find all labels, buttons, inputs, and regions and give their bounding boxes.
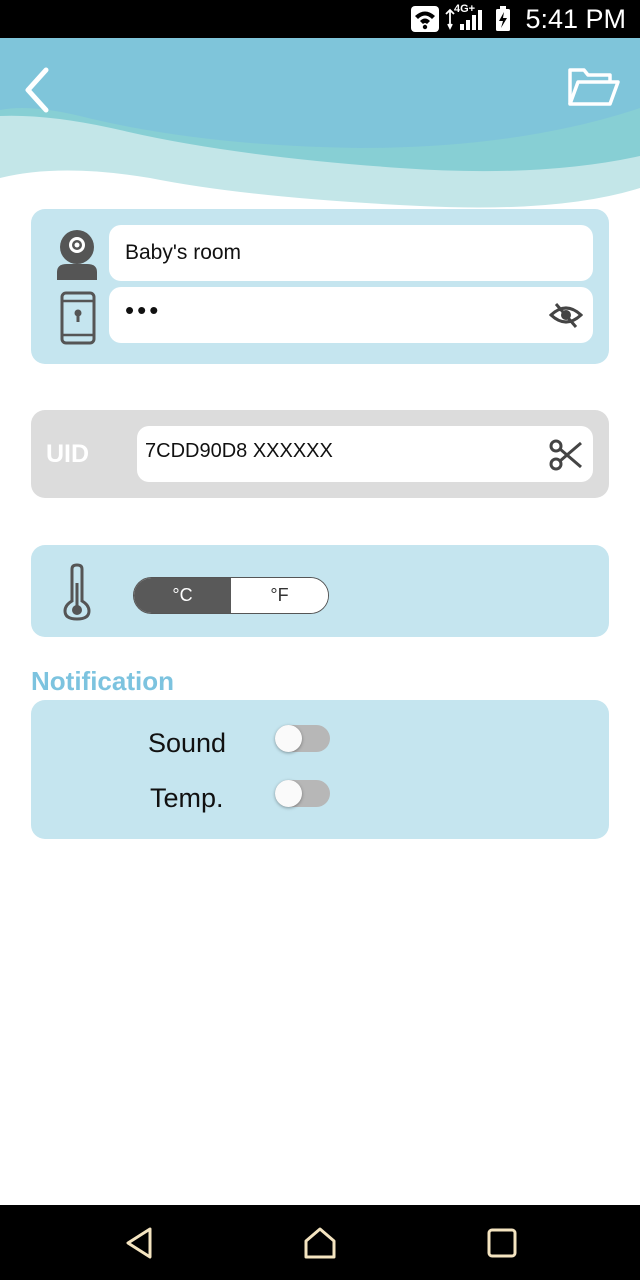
camera-settings-card: ••• — [31, 209, 609, 364]
switch-knob — [275, 780, 302, 807]
folder-open-icon — [568, 68, 620, 106]
thermometer-icon — [63, 563, 91, 621]
nav-recents-button[interactable] — [482, 1223, 522, 1263]
wifi-icon — [411, 6, 439, 32]
notification-section-title: Notification — [31, 666, 174, 696]
nav-home-icon — [304, 1227, 336, 1259]
uid-value: 7CDD90D8 XXXXXX — [145, 440, 333, 462]
eye-off-icon — [548, 303, 584, 328]
camera-name-input[interactable] — [109, 225, 593, 281]
chevron-left-icon — [25, 67, 49, 113]
toggle-password-visibility-button[interactable] — [548, 299, 584, 331]
camera-name-field[interactable] — [109, 225, 593, 281]
header-wave — [0, 38, 640, 208]
switch-knob — [275, 725, 302, 752]
temperature-unit-card: °C °F — [31, 545, 609, 637]
notification-card: Sound Temp. — [31, 700, 609, 839]
back-button[interactable] — [18, 64, 58, 114]
system-nav-bar — [0, 1205, 640, 1280]
unit-fahrenheit-option[interactable]: °F — [231, 578, 328, 613]
temp-notification-switch[interactable] — [275, 780, 330, 807]
nav-recents-icon — [487, 1228, 517, 1258]
temperature-unit-toggle: °C °F — [133, 577, 329, 614]
camera-password-field[interactable]: ••• — [109, 287, 593, 343]
folder-button[interactable] — [566, 64, 622, 112]
nav-home-button[interactable] — [300, 1223, 340, 1263]
uid-card: UID 7CDD90D8 XXXXXX — [31, 410, 609, 498]
header — [0, 38, 640, 210]
nav-back-button[interactable] — [120, 1223, 160, 1263]
signal-icon — [445, 8, 482, 31]
unit-celsius-option[interactable]: °C — [134, 578, 231, 613]
copy-uid-button[interactable] — [549, 438, 583, 472]
camera-icon — [57, 230, 97, 280]
nav-back-icon — [126, 1227, 152, 1259]
sound-notification-switch[interactable] — [275, 725, 330, 752]
battery-charging-icon — [496, 6, 510, 31]
scissors-icon — [549, 439, 582, 471]
uid-field: 7CDD90D8 XXXXXX — [137, 426, 593, 482]
sound-label: Sound — [148, 728, 227, 758]
phone-lock-icon — [60, 291, 96, 345]
status-time: 5:41 PM — [525, 4, 626, 34]
uid-label: UID — [46, 440, 90, 468]
temp-label: Temp. — [150, 783, 224, 813]
password-value: ••• — [125, 295, 162, 325]
status-bar: 4G+ 5:41 PM — [0, 0, 640, 38]
